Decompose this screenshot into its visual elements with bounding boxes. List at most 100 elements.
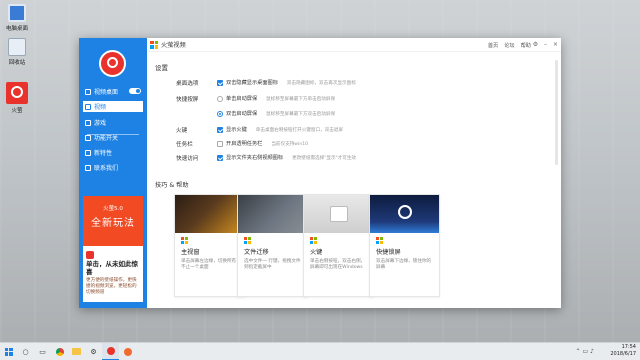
help-link[interactable]: 帮助 xyxy=(521,42,531,49)
option-text: 显示文件夹右侧视频图标 xyxy=(226,155,284,161)
option-text: 单击启动屏保 xyxy=(226,96,258,102)
app-logo-icon xyxy=(86,251,94,259)
tip-card[interactable]: 主视窗 单击屏幕左边缘，切换所有不止一个桌面 xyxy=(174,194,245,297)
sidebar-item-contact[interactable]: 联系我们 xyxy=(83,162,143,173)
search-icon: ○ xyxy=(22,347,29,356)
tip-card[interactable]: 文件迁移 选中文件一 行键，拖拽文件到指定截屏中 xyxy=(237,194,308,297)
sidebar-item-features[interactable]: 功能开关 xyxy=(83,132,143,143)
promo-description: 更方便的壁纸操作，更快捷的视频浏览，更轻松的切换频道 xyxy=(86,278,137,295)
tip-card-title: 火键 xyxy=(310,249,323,256)
fire-key-icon xyxy=(330,206,348,222)
desktop-icon-recycle-bin[interactable]: 回收站 xyxy=(4,38,30,66)
desktop-icon-app[interactable]: 火萤 xyxy=(4,82,30,114)
task-view-button[interactable]: ▭ xyxy=(34,343,51,360)
sidebar-item-whats-new[interactable]: 新特性 xyxy=(83,147,143,158)
option-text: 双击启动屏保 xyxy=(226,111,258,117)
setting-option[interactable]: 开启透明任务栏 当前仅支持win10 xyxy=(217,140,308,147)
desktop-icon-label: 火萤 xyxy=(11,108,23,114)
clock-time: 17:54 xyxy=(621,344,636,350)
tip-card-desc: 选中文件一 行键，拖拽文件到指定截屏中 xyxy=(244,259,301,270)
taskbar-explorer[interactable] xyxy=(68,343,85,360)
close-icon[interactable]: × xyxy=(552,41,559,48)
setting-label: 火键 xyxy=(176,128,188,134)
taskbar: ○ ▭ ⚙ ⌃▭♪ 17:54 2018/6/17 xyxy=(0,342,640,360)
windows-logo-icon xyxy=(4,347,13,356)
sidebar-item-video[interactable]: 视频 xyxy=(83,101,143,112)
radio-button[interactable] xyxy=(217,95,223,102)
setting-option[interactable]: 双击启动屏保 鼠标移至屏幕最下方双击启动屏保 xyxy=(217,110,335,117)
switch-icon xyxy=(85,134,91,141)
option-text: 开启透明任务栏 xyxy=(226,141,263,147)
setting-option[interactable]: 显示文件夹右侧视频图标 更改壁纸需选择"显示"才可生效 xyxy=(217,154,356,161)
recycle-bin-icon xyxy=(8,38,26,56)
star-icon xyxy=(85,149,91,156)
video-icon xyxy=(85,103,91,110)
windows-logo-icon xyxy=(244,237,251,244)
start-button[interactable] xyxy=(0,343,17,360)
taskbar-app[interactable] xyxy=(119,343,136,360)
windows-logo-icon xyxy=(310,237,317,244)
checkbox[interactable] xyxy=(217,126,223,133)
option-text: 双击隐藏显示桌面图标 xyxy=(226,80,278,86)
checkbox[interactable] xyxy=(217,140,223,147)
minimize-icon[interactable]: – xyxy=(542,41,549,48)
sidebar-item-label: 新特性 xyxy=(94,150,113,157)
setting-option[interactable]: 单击启动屏保 鼠标移至屏幕最下方单击启动屏保 xyxy=(217,95,335,102)
forum-link[interactable]: 论坛 xyxy=(504,42,514,49)
tip-card[interactable]: 快捷锁屏 双击屏幕下边缘，锁住你的屏幕 xyxy=(369,194,440,297)
sidebar-item-label: 视频桌面 xyxy=(94,89,119,96)
tip-card-desc: 单击右侧按钮，双击右侧，屏幕即可出现在Windows xyxy=(310,259,366,270)
tip-card-desc: 双击屏幕下边缘，锁住你的屏幕 xyxy=(376,259,432,270)
sidebar-item-label: 联系我们 xyxy=(94,165,119,172)
option-text: 显示火键 xyxy=(226,127,247,133)
option-hint: 当前仅支持win10 xyxy=(271,141,309,147)
search-button[interactable]: ○ xyxy=(17,343,34,360)
setting-label: 任务栏 xyxy=(176,142,193,148)
tip-card-image xyxy=(304,195,373,233)
gamepad-icon xyxy=(85,119,91,126)
taskbar-settings[interactable]: ⚙ xyxy=(85,343,102,360)
sidebar-item-label: 功能开关 xyxy=(94,135,119,142)
taskbar-chrome[interactable] xyxy=(51,343,68,360)
setting-option[interactable]: 双击隐藏显示桌面图标 双击隐藏图标，双击再次显示图标 xyxy=(217,79,356,86)
radio-button[interactable] xyxy=(217,110,223,117)
home-link[interactable]: 首页 xyxy=(488,42,498,49)
gear-icon: ⚙ xyxy=(90,347,97,356)
checkbox[interactable] xyxy=(217,154,223,161)
checkbox[interactable] xyxy=(217,79,223,86)
tip-card[interactable]: 火键 单击右侧按钮，双击右侧，屏幕即可出现在Windows xyxy=(303,194,374,297)
option-hint: 鼠标移至屏幕最下方双击启动屏保 xyxy=(266,111,336,117)
clock[interactable]: 17:54 2018/6/17 xyxy=(610,344,636,358)
settings-icon[interactable]: ⚙ xyxy=(532,41,539,48)
app-logo-icon xyxy=(106,346,115,355)
sidebar-item-video-desktop[interactable]: 视频桌面 xyxy=(83,86,143,97)
promo-body: 单击，从未如此惊喜 更方便的壁纸操作，更快捷的视频浏览，更轻松的切换频道 xyxy=(83,246,143,300)
sidebar-item-label: 游戏 xyxy=(94,120,107,127)
video-desktop-toggle[interactable] xyxy=(129,88,141,94)
computer-icon xyxy=(8,4,26,22)
system-tray-icons[interactable]: ⌃▭♪ xyxy=(575,348,596,355)
scrollbar[interactable] xyxy=(555,60,558,165)
monitor-icon xyxy=(85,88,91,95)
taskbar-app-active[interactable] xyxy=(102,342,119,360)
desktop-icon-pc[interactable]: 电脑桌面 xyxy=(4,4,30,32)
promo-headline: 全新玩法 xyxy=(91,218,135,229)
setting-option[interactable]: 显示火键 单击桌面右侧按钮打开火键窗口，双击退屏 xyxy=(217,126,343,133)
chrome-icon xyxy=(55,347,64,356)
option-hint: 鼠标移至屏幕最下方单击启动屏保 xyxy=(266,96,336,102)
promo-banner[interactable]: 火萤5.0 全新玩法 单击，从未如此惊喜 更方便的壁纸操作，更快捷的视频浏览，更… xyxy=(83,196,143,302)
option-hint: 更改壁纸需选择"显示"才可生效 xyxy=(292,155,357,161)
app-logo-icon xyxy=(6,82,28,104)
tip-card-image xyxy=(370,195,439,233)
folder-icon xyxy=(72,348,81,355)
windows-logo-icon xyxy=(181,237,188,244)
sidebar: 视频桌面 视频 游戏 功能开关 新特性 联系我们 火萤5.0 全新玩法 单击，从… xyxy=(79,38,147,308)
tip-card-title: 快捷锁屏 xyxy=(376,249,401,256)
sidebar-item-games[interactable]: 游戏 xyxy=(83,117,143,128)
setting-label: 快捷按屏 xyxy=(176,97,199,103)
app-logo-icon xyxy=(123,347,132,356)
setting-label: 快速访问 xyxy=(176,156,199,162)
tip-card-image xyxy=(238,195,307,233)
tip-card-title: 文件迁移 xyxy=(244,249,269,256)
app-window: 视频桌面 视频 游戏 功能开关 新特性 联系我们 火萤5.0 全新玩法 单击，从… xyxy=(79,38,561,308)
